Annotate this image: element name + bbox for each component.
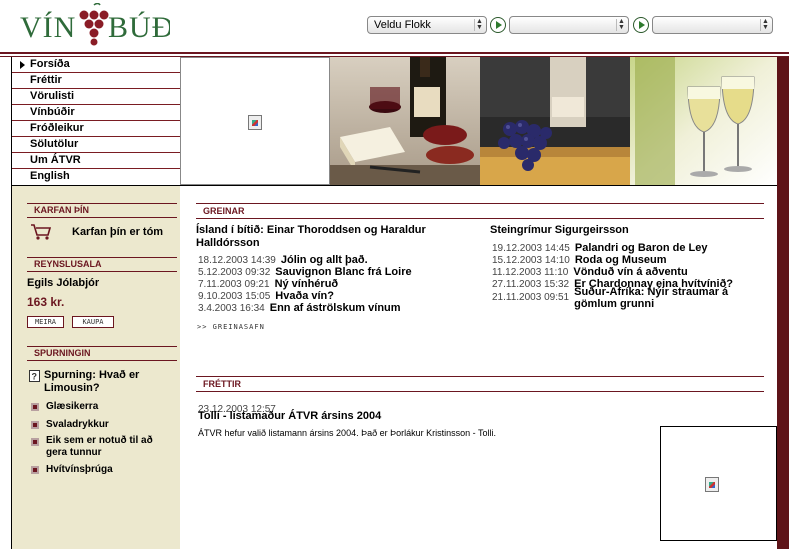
news-title[interactable]: Tolli - listamaður ÁTVR ársins 2004 [198,410,381,423]
question-heading: SPURNINGIN [27,346,177,361]
broken-image-icon [248,115,262,130]
article-row[interactable]: 27.11.2003 15:32 Er Chardonnay eina hvítv… [492,274,733,290]
article-row[interactable]: 7.11.2003 09:21 Ný vínhéruð [198,274,338,290]
white-wine-glasses-photo [630,57,777,185]
more-button[interactable]: MEIRA [27,316,64,328]
answer-bullet-icon[interactable] [31,403,39,411]
cart-icon[interactable] [30,223,52,241]
nav-item-solutolur[interactable]: Sölutölur [12,137,180,153]
nav-label: Sölutölur [30,138,79,150]
svg-text:BÚÐ: BÚÐ [108,11,170,44]
select-arrows-icon: ▲ ▼ [474,18,484,31]
article-row[interactable]: 15.12.2003 14:10 Roda og Museum [492,250,667,266]
article-date: 21.11.2003 09:51 [492,292,570,303]
article-row[interactable]: 19.12.2003 14:45 Palandri og Baron de Ley [492,238,708,254]
trial-product-name[interactable]: Egils Jólabjór [27,277,99,290]
nav-item-english[interactable]: English [12,169,180,185]
nav-item-um-atvr[interactable]: Um ÁTVR [12,153,180,169]
main-nav: Forsíða Fréttir Vörulisti Vínbúðir Fróðl… [11,57,180,185]
answer-bullet-icon[interactable] [31,421,39,429]
answer-option[interactable]: Glæsikerra [46,400,171,413]
vinbud-logo[interactable]: VÍN BÚÐ [20,3,170,47]
buy-button[interactable]: KAUPA [72,316,114,328]
right-edge-bar [777,57,789,549]
nav-label: English [30,170,70,182]
nav-label: Vörulisti [30,90,75,102]
header: VÍN BÚÐ Veldu Flokk ▲ ▼ ▲ ▼ ▲ ▼ [0,0,789,52]
nav-item-frodleikur[interactable]: Fróðleikur [12,121,180,137]
answer-option[interactable]: Hvítvínsþrúga [46,463,171,476]
nav-item-frettir[interactable]: Fréttir [12,73,180,89]
trial-sale-heading: REYNSLUSALA [27,257,177,272]
article-title[interactable]: Enn af áströlskum vínum [270,302,401,314]
news-body: ÁTVR hefur valið listamann ársins 2004. … [198,428,496,438]
cart-heading: KARFAN ÞÍN [27,203,177,218]
cheese-wine-photo [330,57,480,185]
subcategory-select[interactable]: ▲ ▼ [509,16,629,34]
svg-text:VÍN: VÍN [20,11,76,44]
article-row[interactable]: 18.12.2003 14:39 Jólin og allt það. [198,250,368,266]
header-rule [0,52,789,54]
category-select[interactable]: Veldu Flokk ▲ ▼ [367,16,487,34]
question-text: Spurning: Hvað er Limousin? [44,369,140,394]
main-content: GREINAR Ísland í bítið: Einar Thoroddsen… [180,185,777,549]
nav-item-forsida[interactable]: Forsíða [12,57,180,73]
articles-right-title[interactable]: Steingrímur Sigurgeirsson [490,224,629,237]
article-row[interactable]: 9.10.2003 15:05 Hvaða vín? [198,286,334,302]
go-button-2[interactable] [633,17,649,33]
nav-item-vorulisti[interactable]: Vörulisti [12,89,180,105]
select-arrows-icon: ▲ ▼ [760,18,770,31]
go-button-1[interactable] [490,17,506,33]
banner [180,57,777,185]
article-date: 3.4.2003 16:34 [198,303,265,314]
articles-left-title[interactable]: Ísland í bítið: Einar Thoroddsen og Hara… [196,224,476,250]
news-heading: FRÉTTIR [196,376,764,392]
article-archive-link[interactable]: >> GREINASAFN [197,323,265,331]
broken-image-icon [705,477,719,492]
news-image-broken [660,426,777,541]
trial-price: 163 kr. [27,295,65,309]
nav-label: Forsíða [30,58,70,70]
select-arrows-icon: ▲ ▼ [616,18,626,31]
category-select-value: Veldu Flokk [374,19,431,31]
broken-image [180,57,330,185]
product-select[interactable]: ▲ ▼ [652,16,773,34]
nav-item-vinbudir[interactable]: Vínbúðir [12,105,180,121]
article-row[interactable]: 21.11.2003 09:51 Suður-Afríka: Nýir strau… [492,286,739,312]
articles-heading: GREINAR [196,203,764,219]
article-row[interactable]: 5.12.2003 09:32 Sauvignon Blanc frá Loire [198,262,412,278]
sidebar: KARFAN ÞÍN Karfan þín er tóm REYNSLUSALA… [11,185,180,549]
answer-option[interactable]: Svaladrykkur [46,418,171,431]
answer-bullet-icon[interactable] [31,466,39,474]
nav-label: Fróðleikur [30,122,84,134]
grapes-bottle-photo [480,57,630,185]
page: VÍN BÚÐ Veldu Flokk ▲ ▼ ▲ ▼ ▲ ▼ Forsíða … [0,0,789,549]
answer-option[interactable]: Eik sem er notuð til að gera tunnur [46,435,171,459]
svg-text:?: ? [32,372,38,382]
nav-label: Um ÁTVR [30,154,81,166]
question-icon: ? [29,370,40,382]
cart-empty-label: Karfan þín er tóm [72,226,164,238]
answer-bullet-icon[interactable] [31,438,39,446]
nav-label: Fréttir [30,74,62,86]
nav-label: Vínbúðir [30,106,75,118]
article-row[interactable]: 11.12.2003 11:10 Vönduð vín á aðventu [492,262,688,278]
article-row[interactable]: 3.4.2003 16:34 Enn af áströlskum vínum [198,298,401,314]
article-title[interactable]: Suður-Afríka: Nýir straumar á gömlum gru… [574,286,739,310]
